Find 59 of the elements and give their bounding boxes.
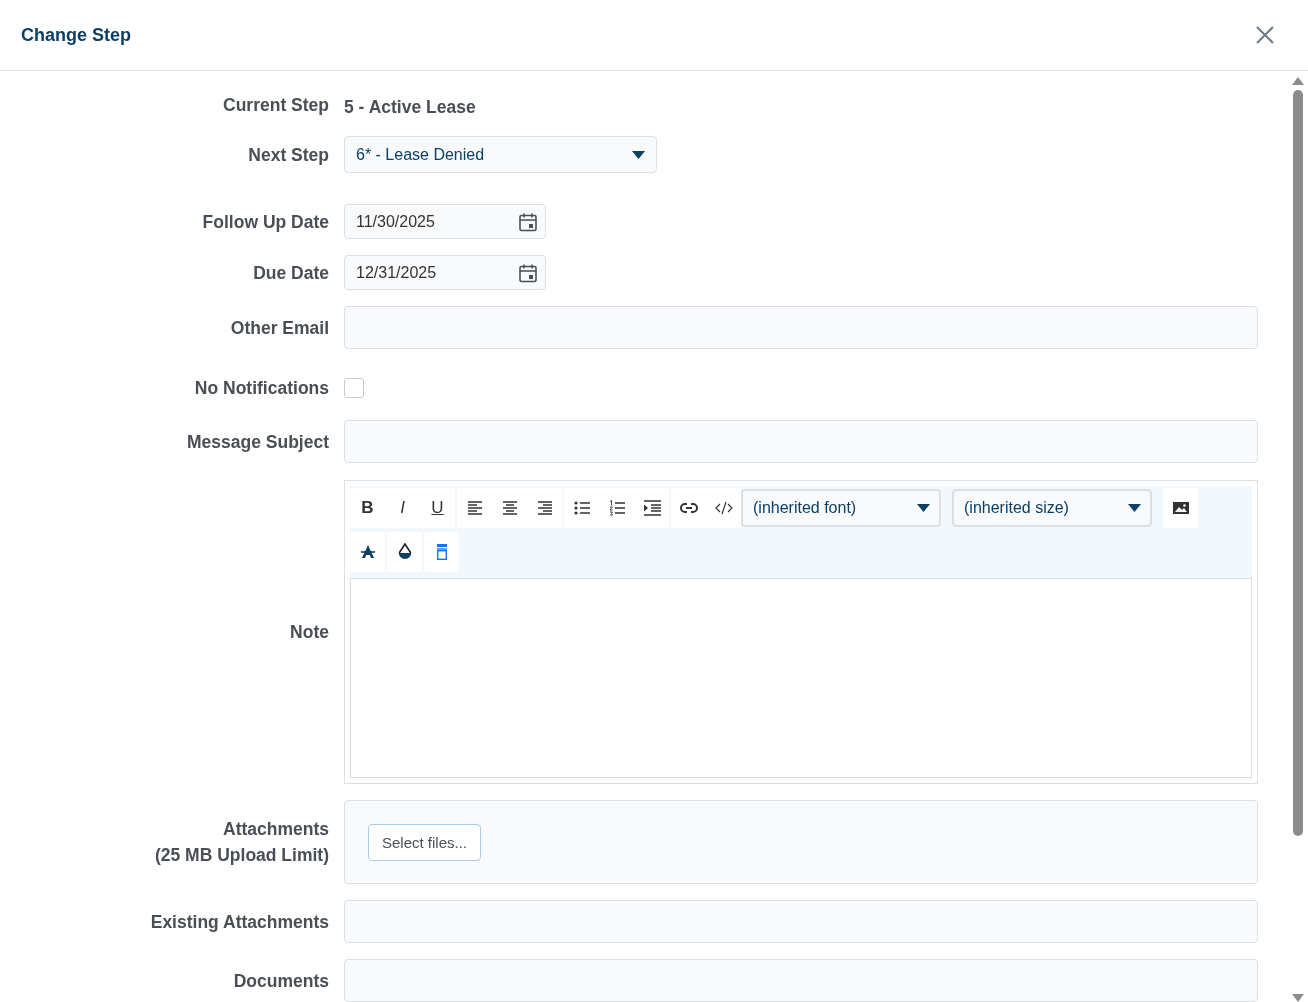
close-icon [1256, 26, 1274, 44]
dropdown-value: (inherited size) [964, 499, 1069, 517]
date-value: 11/30/2025 [356, 212, 435, 231]
italic-button[interactable]: I [385, 488, 420, 528]
align-left-icon [465, 499, 484, 517]
text-field[interactable] [344, 306, 1258, 349]
align-center-icon [500, 499, 519, 517]
field-label: Existing Attachments [149, 910, 329, 934]
scroll-up-icon[interactable] [1292, 77, 1304, 85]
close-button[interactable] [1254, 24, 1276, 46]
field-label: Documents [232, 969, 329, 993]
field-label: No Notifications [193, 377, 329, 400]
font-color-icon [358, 543, 377, 561]
caret-icon [1128, 504, 1141, 512]
dropdown-value: 6* - Lease Denied [356, 145, 485, 164]
indent-button[interactable] [634, 488, 669, 528]
align-right-button[interactable] [527, 488, 562, 528]
font-color-button[interactable] [350, 532, 385, 572]
code-icon [714, 499, 733, 517]
indent-icon [642, 499, 661, 517]
field-label: Follow Up Date [201, 210, 329, 234]
bold-button[interactable]: B [350, 488, 385, 528]
field-label: Due Date [252, 261, 329, 285]
text-field[interactable] [344, 420, 1258, 463]
toolbar-dropdown[interactable]: (inherited size) [952, 489, 1152, 527]
calendar-icon[interactable] [518, 262, 538, 283]
field-label: Message Subject [186, 430, 329, 454]
toolbar-dropdown[interactable]: (inherited font) [741, 489, 941, 527]
field-label: Current Step [222, 93, 329, 117]
align-right-icon [535, 499, 554, 517]
select-files-button[interactable]: Select files... [368, 823, 482, 861]
align-left-button[interactable] [457, 488, 492, 528]
underline-button[interactable]: U [420, 488, 455, 528]
field-label: Attachments [223, 818, 329, 841]
numbers-icon [607, 499, 626, 517]
image-icon [1171, 499, 1190, 517]
checkbox[interactable] [344, 378, 364, 398]
field-label: Note [289, 621, 329, 644]
calendar-icon[interactable] [518, 211, 538, 232]
caret-icon [632, 150, 645, 159]
date-value: 12/31/2025 [356, 263, 437, 282]
date-field[interactable]: 12/31/2025 [344, 255, 546, 290]
scroll-down-icon[interactable] [1292, 994, 1304, 1002]
caret-icon [917, 504, 930, 512]
current-step-value: 5 - Active Lease [344, 96, 477, 118]
field-label: Other Email [229, 316, 329, 340]
field-label: Next Step [247, 143, 329, 167]
view-html-button[interactable] [424, 532, 459, 572]
next-step-dropdown[interactable]: 6* - Lease Denied [344, 136, 657, 173]
back-color-button[interactable] [387, 532, 422, 572]
scrollbar-thumb[interactable] [1293, 90, 1303, 836]
dialog-title: Change Step [21, 24, 131, 46]
bullets-icon [572, 499, 591, 517]
bullets-button[interactable] [564, 488, 599, 528]
dropdown-value: (inherited font) [753, 499, 857, 517]
link-button[interactable] [671, 488, 706, 528]
date-field[interactable]: 11/30/2025 [344, 204, 546, 239]
field-sublabel: (25 MB Upload Limit) [154, 844, 329, 867]
image-button[interactable] [1163, 488, 1198, 528]
